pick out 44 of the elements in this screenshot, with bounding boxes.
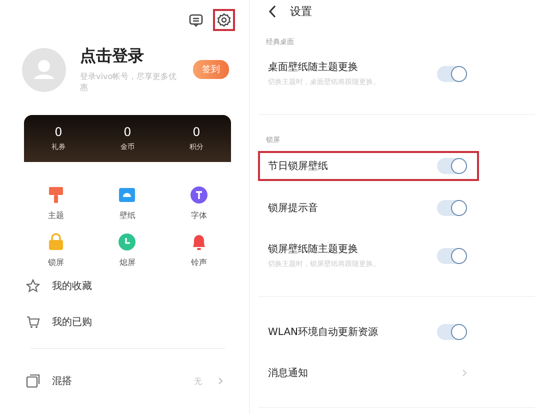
setting-row[interactable]: WLAN环境自动更新资源	[258, 317, 479, 347]
setting-title: 桌面壁纸随主题更换	[268, 60, 359, 74]
grid-label[interactable]: 壁纸	[119, 210, 136, 221]
toggle-switch[interactable]	[437, 200, 467, 216]
menu-item[interactable]: 我的已购	[52, 315, 92, 329]
mix-value: 无	[194, 376, 202, 386]
setting-title: 锁屏提示音	[268, 202, 318, 215]
stat-value: 0	[124, 125, 132, 139]
menu-item[interactable]: 混搭	[52, 374, 182, 388]
login-subtitle: 登录vivo帐号，尽享更多优惠	[80, 71, 178, 93]
star-icon[interactable]	[26, 279, 40, 293]
grid-label[interactable]: 锁屏	[48, 257, 64, 268]
settings-icon[interactable]	[213, 9, 235, 31]
chevron-right-icon	[218, 377, 223, 385]
toggle-switch[interactable]	[437, 324, 467, 340]
brush-icon[interactable]	[46, 186, 65, 204]
picture-frame-icon[interactable]	[118, 186, 136, 204]
login-title[interactable]: 点击登录	[80, 46, 179, 67]
setting-row[interactable]: 节日锁屏壁纸	[258, 151, 479, 181]
cart-icon[interactable]	[26, 315, 40, 329]
setting-title: 节日锁屏壁纸	[268, 160, 328, 173]
toggle-switch[interactable]	[437, 158, 467, 174]
grid-label[interactable]: 铃声	[191, 257, 208, 268]
page-title: 设置	[290, 4, 312, 19]
grid-label[interactable]: 字体	[191, 210, 208, 221]
lock-icon[interactable]	[46, 233, 65, 251]
stat-value: 0	[192, 125, 200, 139]
layers-icon[interactable]	[26, 374, 40, 388]
back-icon[interactable]	[268, 5, 276, 18]
grid-label[interactable]: 熄屏	[119, 257, 136, 268]
chevron-right-icon	[462, 369, 467, 377]
toggle-switch[interactable]	[437, 248, 467, 264]
setting-title: WLAN环境自动更新资源	[268, 326, 378, 339]
setting-row[interactable]: 锁屏提示音	[258, 193, 479, 223]
toggle-switch[interactable]	[437, 66, 467, 82]
grid-label[interactable]: 主题	[48, 210, 64, 221]
setting-title: 锁屏壁纸随主题更换	[268, 242, 359, 256]
message-icon[interactable]	[189, 14, 203, 26]
font-icon[interactable]	[190, 186, 208, 204]
stat-value: 0	[54, 125, 62, 139]
setting-title: 消息通知	[268, 366, 308, 380]
menu-item[interactable]: 我的收藏	[52, 279, 92, 293]
clock-icon[interactable]	[118, 233, 136, 251]
setting-row[interactable]: 消息通知	[258, 359, 479, 387]
